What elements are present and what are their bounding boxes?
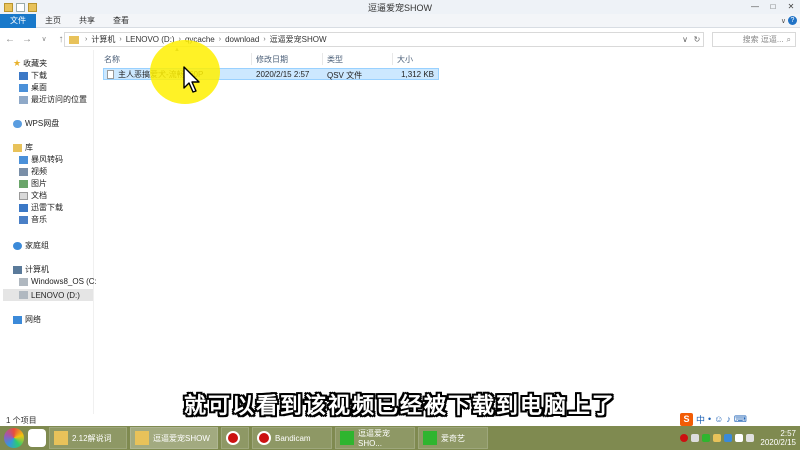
nav-documents[interactable]: 文档 — [19, 190, 47, 201]
file-type: QSV 文件 — [327, 71, 363, 80]
download-folder-icon — [19, 71, 28, 80]
folder-icon — [69, 35, 79, 44]
taskbar-app-iqiyi[interactable]: 爱奇艺 — [418, 427, 488, 449]
nav-windows-drive[interactable]: Windows8_OS (C:) — [19, 277, 99, 286]
maximize-button[interactable]: □ — [764, 0, 782, 12]
address-bar[interactable]: › 计算机 › LENOVO (D:) › qycache › download… — [64, 32, 704, 47]
taskbar-app-bandicam[interactable]: Bandicam — [252, 427, 332, 449]
iqiyi-icon — [423, 431, 437, 445]
help-icon[interactable]: ? — [788, 16, 797, 25]
ribbon-tabs: 文件 主页 共享 查看 ∨ ? — [0, 13, 800, 28]
pictures-icon — [19, 179, 28, 188]
breadcrumb-computer[interactable]: 计算机 — [89, 34, 117, 45]
baofeng-folder-icon — [19, 155, 28, 164]
desktop-icon — [19, 83, 28, 92]
iqiyi-icon — [340, 431, 354, 445]
homegroup-icon — [13, 241, 22, 250]
start-button[interactable] — [4, 428, 24, 448]
record-icon — [226, 431, 240, 445]
close-button[interactable]: ✕ — [782, 0, 800, 12]
nav-computer[interactable]: 计算机 — [13, 264, 49, 275]
tab-home[interactable]: 主页 — [36, 14, 70, 28]
app-store-icon[interactable] — [28, 429, 46, 447]
xunlei-folder-icon — [19, 203, 28, 212]
nav-lenovo-drive[interactable]: LENOVO (D:) — [3, 289, 93, 301]
nav-videos[interactable]: 视频 — [19, 166, 47, 177]
column-header-name[interactable]: 名称 — [104, 54, 120, 65]
nav-pictures[interactable]: 图片 — [19, 178, 47, 189]
breadcrumb-current-folder[interactable]: 逗逼爱宠SHOW — [268, 34, 329, 45]
library-icon — [13, 143, 22, 152]
search-icon: ⌕ — [786, 34, 791, 44]
breadcrumb-download[interactable]: download — [223, 35, 261, 44]
folder-icon — [135, 431, 149, 445]
file-size: 1,312 KB — [401, 70, 434, 79]
taskbar: 2.12解说词 逗逼爱宠SHOW Bandicam 逗逼爱宠SHO... 爱奇艺… — [0, 426, 800, 450]
clock-date: 2020/2/15 — [760, 438, 796, 447]
taskbar-clock[interactable]: 2:57 2020/2/15 — [760, 429, 796, 447]
video-subtitle: 就可以看到该视频已经被下载到电脑上了 — [183, 394, 616, 419]
record-icon — [257, 431, 271, 445]
volume-icon[interactable] — [746, 434, 755, 442]
tray-app-icon[interactable] — [724, 434, 733, 442]
dropdown-icon[interactable]: ∨ — [679, 35, 691, 44]
tray-app-icon[interactable] — [702, 434, 711, 442]
forward-arrow-icon[interactable]: → — [20, 32, 34, 46]
file-icon — [107, 69, 114, 79]
clock-time: 2:57 — [780, 429, 796, 438]
taskbar-app-recorder[interactable] — [221, 427, 249, 449]
music-icon — [19, 215, 28, 224]
column-header-modified[interactable]: 修改日期 — [256, 54, 288, 65]
nav-favorites[interactable]: ★ 收藏夹 — [13, 58, 47, 69]
cloud-icon — [13, 119, 22, 128]
column-header-size[interactable]: 大小 — [397, 54, 413, 65]
minimize-button[interactable]: — — [746, 0, 764, 12]
nav-desktop[interactable]: 桌面 — [19, 82, 47, 93]
system-tray: 2:57 2020/2/15 — [680, 426, 800, 450]
refresh-icon[interactable]: ↻ — [691, 35, 703, 44]
back-arrow-icon[interactable]: ← — [3, 32, 17, 46]
star-icon: ★ — [13, 58, 22, 68]
drive-icon — [19, 291, 28, 299]
recent-locations-icon[interactable]: ∨ — [37, 32, 51, 46]
nav-homegroup[interactable]: 家庭组 — [13, 240, 49, 251]
tab-share[interactable]: 共享 — [70, 14, 104, 28]
nav-recent[interactable]: 最近访问的位置 — [19, 94, 87, 105]
mouse-cursor-icon — [183, 66, 200, 93]
recent-places-icon — [19, 95, 28, 104]
computer-icon — [13, 265, 22, 274]
videos-icon — [19, 167, 28, 176]
tab-file[interactable]: 文件 — [0, 13, 36, 28]
taskbar-app-script[interactable]: 2.12解说词 — [49, 427, 127, 449]
column-header-type[interactable]: 类型 — [327, 54, 343, 65]
nav-library[interactable]: 库 — [13, 142, 33, 153]
nav-wps[interactable]: WPS网盘 — [13, 118, 59, 129]
taskbar-app-iqiyi-folder[interactable]: 逗逼爱宠SHO... — [335, 427, 415, 449]
drive-icon — [19, 277, 28, 286]
window-title: 逗逼爱宠SHOW — [368, 3, 432, 13]
nav-baofeng[interactable]: 暴风转码 — [19, 154, 63, 165]
record-tray-icon[interactable] — [680, 434, 689, 442]
network-icon — [13, 315, 22, 324]
tab-view[interactable]: 查看 — [104, 14, 138, 28]
file-modified: 2020/2/15 2:57 — [256, 70, 310, 79]
file-list: ▲ 名称 修改日期 类型 大小 主人恶搞爱犬-流畅360P 2020/2/15 … — [96, 47, 800, 414]
taskbar-app-explorer[interactable]: 逗逼爱宠SHOW — [130, 427, 218, 449]
network-tray-icon[interactable] — [735, 434, 744, 442]
documents-icon — [19, 191, 28, 200]
nav-music[interactable]: 音乐 — [19, 214, 47, 225]
nav-network[interactable]: 网络 — [13, 314, 41, 325]
window-controls: — □ ✕ — [746, 0, 800, 12]
navigation-pane: ★ 收藏夹 下载 桌面 最近访问的位置 WPS网盘 库 暴风转码 视频 图片 文档… — [0, 50, 99, 414]
nav-xunlei[interactable]: 迅雷下载 — [19, 202, 63, 213]
nav-downloads[interactable]: 下载 — [19, 70, 47, 81]
expand-ribbon-icon[interactable]: ∨ — [781, 17, 786, 25]
search-placeholder: 搜索 逗逼... — [742, 35, 784, 44]
folder-icon — [54, 431, 68, 445]
search-input[interactable]: 搜索 逗逼... ⌕ — [712, 32, 796, 47]
tray-app-icon[interactable] — [713, 434, 722, 442]
navigation-row: ← → ∨ ↑ › 计算机 › LENOVO (D:) › qycache › … — [0, 28, 800, 50]
tray-app-icon[interactable] — [691, 434, 700, 442]
title-bar: 逗逼爱宠SHOW — □ ✕ — [0, 0, 800, 14]
